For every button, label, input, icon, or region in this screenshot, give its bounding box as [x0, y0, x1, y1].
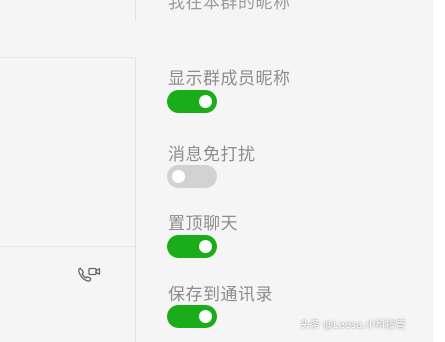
save-to-contacts-label: 保存到通讯录 [168, 285, 273, 305]
pin-chat-label: 置顶聊天 [168, 214, 238, 234]
chat-info-panel: 我在本群的昵称 显示群成员昵称 消息免打扰 置顶聊天 保存到通讯录 头条 @Le… [0, 0, 445, 342]
divider [0, 57, 135, 58]
my-group-nickname-label[interactable]: 我在本群的昵称 [168, 0, 291, 13]
divider [0, 246, 135, 247]
toggle-knob [172, 170, 185, 183]
do-not-disturb-label: 消息免打扰 [168, 145, 256, 165]
show-member-nicknames-toggle[interactable] [167, 90, 217, 113]
video-call-icon [78, 267, 101, 282]
right-edge [433, 0, 445, 342]
save-to-contacts-toggle[interactable] [167, 305, 217, 328]
watermark: 头条 @Leesa.小科技管 [300, 320, 406, 331]
pin-chat-toggle[interactable] [167, 235, 217, 258]
do-not-disturb-toggle[interactable] [167, 165, 217, 188]
show-member-nicknames-label: 显示群成员昵称 [168, 69, 291, 89]
vertical-divider [135, 57, 136, 342]
toggle-knob [199, 95, 212, 108]
left-pane [0, 0, 135, 342]
video-call-button[interactable] [76, 265, 102, 287]
toggle-knob [199, 310, 212, 323]
toggle-knob [199, 240, 212, 253]
vertical-divider [135, 0, 136, 21]
